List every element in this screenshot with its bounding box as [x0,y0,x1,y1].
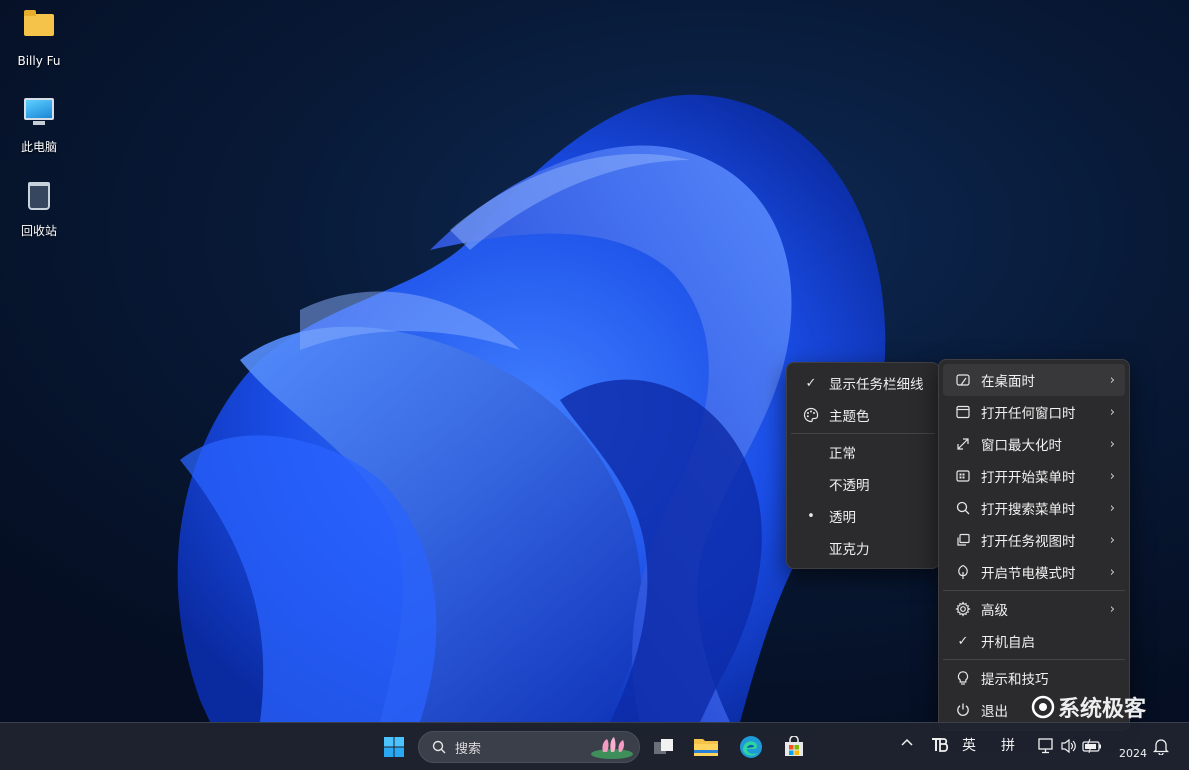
ime-mode-indicator[interactable]: 拼 [1001,735,1015,755]
menu-item-show-thin-line[interactable]: ✓ 显示任务栏细线 [791,367,935,399]
start-menu-icon [953,466,973,486]
taskbar: 搜索 英 拼 2024 [0,722,1189,770]
bell-icon [1152,739,1170,756]
menu-item-start-menu-open[interactable]: 打开开始菜单时 › [943,460,1125,492]
chevron-right-icon: › [1109,436,1115,452]
store-icon [785,736,803,756]
menu-item-search-open[interactable]: 打开搜索菜单时 › [943,492,1125,524]
lightbulb-icon [953,668,973,688]
windows-logo-icon [384,737,404,757]
check-icon: ✓ [957,633,969,649]
menu-item-acrylic[interactable]: 亚克力 [791,532,935,564]
desktop-icon-this-pc[interactable]: 此电脑 [8,94,70,155]
edge-browser-button[interactable] [735,731,767,763]
desktop-icon-label: Billy Fu [17,54,61,68]
edge-icon [740,736,762,758]
menu-item-theme-color[interactable]: 主题色 [791,399,935,431]
window-icon [953,402,973,422]
menu-separator [943,659,1125,660]
menu-item-transparent[interactable]: • 透明 [791,500,935,532]
recycle-bin-icon [28,182,50,210]
show-hidden-icons-button[interactable] [900,736,914,754]
menu-item-any-window-open[interactable]: 打开任何窗口时 › [943,396,1125,428]
desktop-icon-label: 此电脑 [20,140,57,154]
taskbar-search-box[interactable]: 搜索 [418,731,640,763]
file-explorer-button[interactable] [690,731,722,763]
menu-item-window-maximized[interactable]: 窗口最大化时 › [943,428,1125,460]
folder-icon [24,10,54,36]
palette-icon [801,405,821,425]
file-explorer-icon [694,739,718,756]
computer-icon [24,98,54,120]
translucenttb-tray-button[interactable] [931,737,949,757]
battery-icon [1082,738,1101,754]
desktop-icon-recycle-bin[interactable]: 回收站 [8,180,70,239]
task-view-icon [953,530,973,550]
chevron-right-icon: › [1109,372,1115,388]
chevron-right-icon: › [1109,601,1115,617]
check-icon: ✓ [805,375,817,391]
desktop-icon-folder[interactable]: Billy Fu [8,8,70,68]
taskbar-style-submenu: ✓ 显示任务栏细线 主题色 正常 不透明 • 透明 亚克力 [786,362,940,569]
chevron-up-icon [901,738,913,746]
menu-item-normal[interactable]: 正常 [791,436,935,468]
menu-item-on-desktop[interactable]: 在桌面时 › [943,364,1125,396]
desktop-icon-label: 回收站 [20,224,57,238]
menu-item-task-view-open[interactable]: 打开任务视图时 › [943,524,1125,556]
site-watermark: 系统极客 [1030,691,1146,723]
chevron-right-icon: › [1109,404,1115,420]
chevron-right-icon: › [1109,564,1115,580]
search-highlight-lotus-icon [591,737,633,759]
ime-language-indicator[interactable]: 英 [962,735,976,755]
volume-icon [1061,738,1076,754]
menu-item-tips[interactable]: 提示和技巧 [943,662,1125,694]
gear-icon [953,599,973,619]
task-view-button[interactable] [648,731,680,763]
menu-separator [943,590,1125,591]
menu-item-battery-saver[interactable]: 开启节电模式时 › [943,556,1125,588]
chevron-right-icon: › [1109,468,1115,484]
search-icon [432,740,446,754]
menu-item-start-at-boot[interactable]: ✓ 开机自启 [943,625,1125,657]
translucenttb-icon [932,738,949,752]
quick-settings-button[interactable] [1038,737,1104,759]
desktop-icon [953,370,973,390]
maximize-icon [953,434,973,454]
selected-dot-icon: • [807,508,815,524]
task-view-icon [654,739,673,754]
chevron-right-icon: › [1109,532,1115,548]
search-icon [953,498,973,518]
translucenttb-context-menu: 在桌面时 › 打开任何窗口时 › 窗口最大化时 › 打开开始菜单时 › 打开搜索… [938,359,1130,731]
watermark-logo-icon [1031,695,1055,719]
clock[interactable]: 2024 [1119,747,1147,760]
start-button[interactable] [378,731,410,763]
search-placeholder: 搜索 [455,741,482,757]
network-icon [1038,738,1053,754]
power-icon [953,700,973,720]
chevron-right-icon: › [1109,500,1115,516]
microsoft-store-button[interactable] [778,731,810,763]
menu-item-opaque[interactable]: 不透明 [791,468,935,500]
leaf-icon [953,562,973,582]
menu-separator [791,433,935,434]
menu-item-advanced[interactable]: 高级 › [943,593,1125,625]
notification-center-button[interactable] [1152,737,1170,759]
